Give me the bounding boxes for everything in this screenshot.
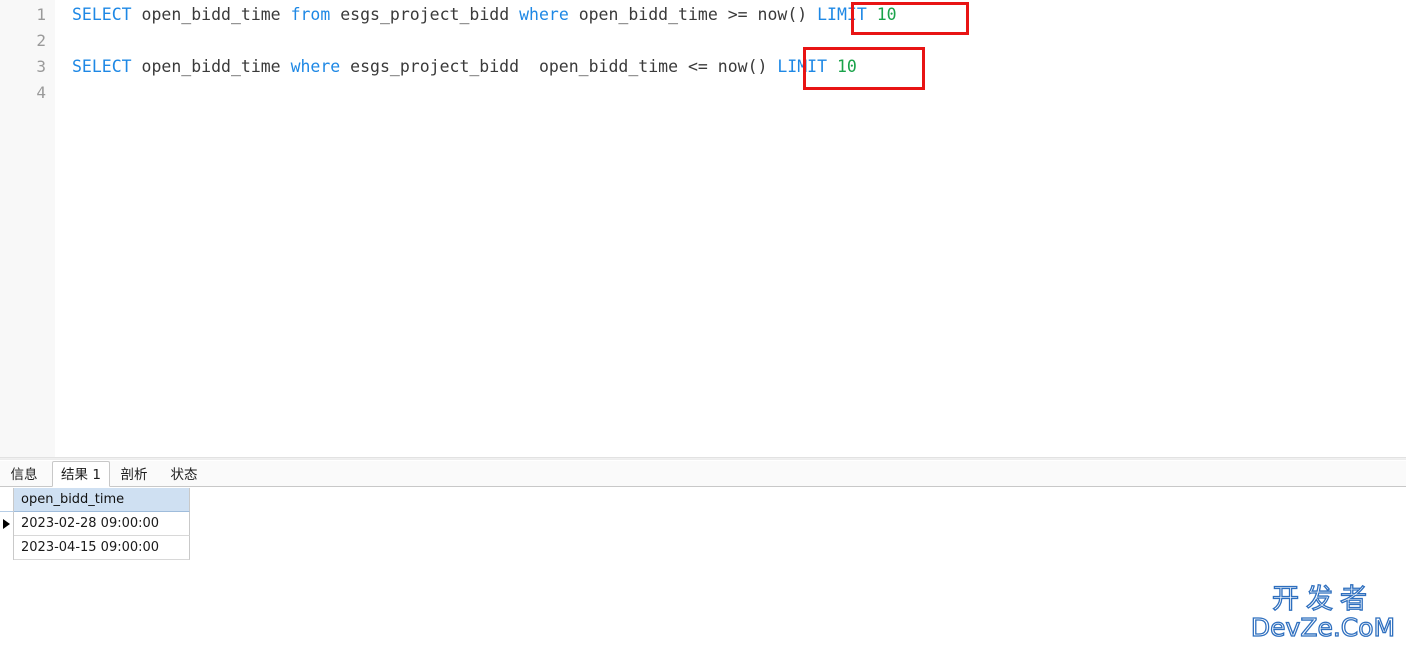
code-token: esgs_project_bidd xyxy=(350,57,520,76)
code-token: esgs_project_bidd xyxy=(340,5,510,24)
code-line-1[interactable]: SELECT open_bidd_time from esgs_project_… xyxy=(72,2,897,28)
play-triangle-icon xyxy=(0,512,14,536)
code-token: open_bidd_time xyxy=(578,5,718,24)
result-tab-结果-1[interactable]: 结果 1 xyxy=(52,461,110,487)
code-token: open_bidd_time xyxy=(141,5,281,24)
row-marker-cell xyxy=(0,536,14,560)
code-token: SELECT xyxy=(72,57,132,76)
grid-header-row: open_bidd_time xyxy=(0,488,190,512)
line-number-3: 3 xyxy=(36,57,46,76)
result-tab-strip[interactable]: 信息 结果 1 剖析 状态 xyxy=(0,461,1406,487)
code-token: SELECT xyxy=(72,5,132,24)
code-token: now() xyxy=(717,57,768,76)
sql-code-area[interactable]: SELECT open_bidd_time from esgs_project_… xyxy=(55,0,1406,457)
code-token: 10 xyxy=(836,57,857,76)
line-number-2: 2 xyxy=(36,31,46,50)
code-token: now() xyxy=(757,5,808,24)
code-token: LIMIT xyxy=(817,5,867,24)
grid-cell[interactable]: 2023-02-28 09:00:00 xyxy=(14,512,190,536)
code-token: <= xyxy=(687,57,708,76)
grid-data-row[interactable]: 2023-02-28 09:00:00 xyxy=(0,512,190,536)
grid-data-row[interactable]: 2023-04-15 09:00:00 xyxy=(0,536,190,560)
code-token: 10 xyxy=(876,5,897,24)
code-token: LIMIT xyxy=(777,57,828,76)
code-token: >= xyxy=(727,5,748,24)
result-panel: 信息 结果 1 剖析 状态 open_bidd_time 2023-02-28 09:0… xyxy=(0,457,1406,653)
code-token: open_bidd_time xyxy=(538,57,679,76)
panel-splitter[interactable] xyxy=(0,457,1406,460)
code-token: from xyxy=(290,5,331,24)
result-tab-状态[interactable]: 状态 xyxy=(164,461,204,487)
code-token: open_bidd_time xyxy=(141,57,281,76)
result-tab-剖析[interactable]: 剖析 xyxy=(114,461,154,487)
editor-line-number-gutter: 1 2 3 4 xyxy=(0,0,55,457)
result-tab-信息[interactable]: 信息 xyxy=(4,461,44,487)
grid-corner-cell xyxy=(0,488,14,512)
line-number-1: 1 xyxy=(36,5,46,24)
code-line-3[interactable]: SELECT open_bidd_time where esgs_project… xyxy=(72,54,857,80)
result-grid[interactable]: open_bidd_time 2023-02-28 09:00:00 2023-04… xyxy=(0,488,190,560)
sql-editor-pane[interactable]: 1 2 3 4 SELECT open_bidd_time from esgs_pro… xyxy=(0,0,1406,457)
line-number-4: 4 xyxy=(36,83,46,102)
grid-column-header[interactable]: open_bidd_time xyxy=(14,488,190,512)
grid-cell[interactable]: 2023-04-15 09:00:00 xyxy=(14,536,190,560)
code-token: where xyxy=(519,5,569,24)
code-token: where xyxy=(290,57,341,76)
